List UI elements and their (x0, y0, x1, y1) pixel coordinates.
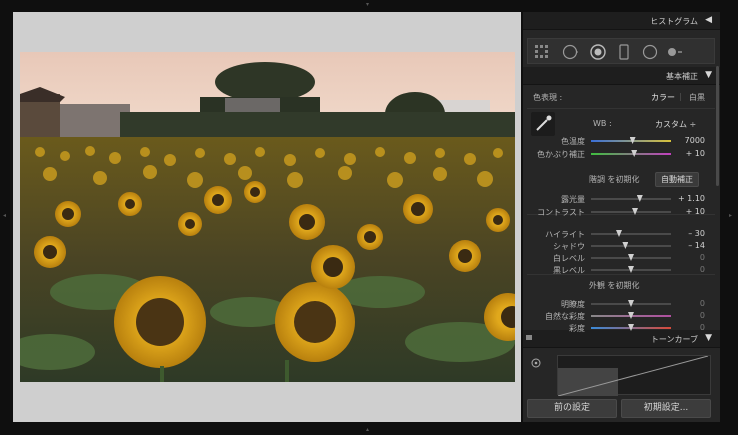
histogram-title: ヒストグラム (650, 17, 698, 26)
clarity-slider[interactable] (591, 300, 671, 307)
left-panel-toggle-icon[interactable]: ◂ (3, 213, 6, 219)
previous-settings-button[interactable]: 前の設定 (527, 399, 617, 418)
tint-value[interactable]: + 10 (665, 149, 705, 158)
treatment-color-option[interactable]: カラー (651, 92, 675, 103)
contrast-label: コントラスト (537, 208, 585, 217)
clarity-slider-thumb[interactable] (628, 300, 634, 307)
saturation-label: 彩度 (569, 324, 585, 333)
blacks-label: 黒レベル (553, 266, 585, 275)
basic-title: 基本補正 (666, 72, 698, 81)
temp-slider-thumb[interactable] (629, 137, 636, 144)
contrast-value[interactable]: + 10 (665, 207, 705, 216)
treatment-label: 色表現 : (533, 93, 563, 102)
tint-slider[interactable] (591, 150, 671, 157)
tint-slider-thumb[interactable] (631, 150, 638, 157)
vibrance-value[interactable]: 0 (665, 311, 705, 320)
highlights-label: ハイライト (545, 230, 585, 239)
radial-filter-icon[interactable] (642, 44, 658, 60)
treatment-separator: | (679, 92, 682, 101)
collapse-down-icon[interactable]: ▼ (705, 333, 712, 343)
exposure-slider[interactable] (591, 195, 671, 202)
whites-slider-thumb[interactable] (628, 254, 634, 261)
temp-value[interactable]: 7000 (665, 136, 705, 145)
whites-value[interactable]: 0 (665, 253, 705, 262)
wb-eyedropper-icon[interactable] (531, 112, 555, 136)
whites-slider[interactable] (591, 254, 671, 261)
sunflower-photo (20, 52, 515, 382)
shadows-value[interactable]: – 14 (665, 241, 705, 250)
blacks-value[interactable]: 0 (665, 265, 705, 274)
whites-label: 白レベル (553, 254, 585, 263)
highlights-value[interactable]: – 30 (665, 229, 705, 238)
crop-icon[interactable] (534, 44, 550, 60)
collapse-down-icon[interactable]: ▼ (705, 70, 712, 80)
wb-preset-select[interactable]: カスタム ÷ (655, 119, 696, 130)
graduated-filter-icon[interactable] (616, 44, 632, 60)
tone-reset-label[interactable]: 階調 を初期化 (589, 174, 640, 185)
basic-header[interactable]: 基本補正 ▼ (523, 67, 720, 85)
shadows-label: シャドウ (553, 242, 585, 251)
vibrance-label: 自然な彩度 (545, 312, 585, 321)
collapse-left-icon[interactable]: ◀ (705, 15, 712, 25)
saturation-slider[interactable] (591, 324, 671, 331)
clarity-label: 明瞭度 (561, 300, 585, 309)
red-eye-icon[interactable] (590, 44, 606, 60)
panel-switch-icon[interactable] (526, 335, 532, 340)
exposure-label: 露光量 (561, 195, 585, 204)
temp-label: 色温度 (561, 137, 585, 146)
divider (527, 108, 715, 109)
presence-reset-label[interactable]: 外観 を初期化 (589, 280, 640, 291)
tool-strip (527, 38, 715, 64)
auto-tone-button[interactable]: 自動補正 (655, 172, 699, 187)
panel-scrollbar[interactable] (716, 66, 719, 186)
top-panel-toggle-icon[interactable]: ▾ (366, 2, 369, 8)
tint-label: 色かぶり補正 (537, 150, 585, 159)
wb-label: WB : (593, 119, 612, 128)
shadows-slider-thumb[interactable] (622, 242, 629, 249)
target-adjust-icon[interactable] (531, 358, 541, 368)
highlights-slider-thumb[interactable] (616, 230, 622, 237)
contrast-slider[interactable] (591, 208, 671, 215)
highlights-slider[interactable] (591, 230, 671, 237)
bottom-panel-toggle-icon[interactable]: ▴ (366, 427, 369, 433)
treatment-bw-option[interactable]: 白黒 (689, 92, 705, 103)
exposure-slider-thumb[interactable] (636, 195, 643, 202)
reset-button[interactable]: 初期設定... (621, 399, 711, 418)
blacks-slider-thumb[interactable] (628, 266, 634, 273)
spot-removal-icon[interactable] (562, 44, 578, 60)
bottom-bar: 前の設定 初期設定... (523, 396, 720, 422)
temp-slider[interactable] (591, 137, 671, 144)
shadows-slider[interactable] (591, 242, 671, 249)
right-panel-toggle-icon[interactable]: ▸ (729, 213, 732, 219)
clarity-value[interactable]: 0 (665, 299, 705, 308)
vibrance-slider-thumb[interactable] (628, 312, 634, 319)
develop-panel: ヒストグラム ◀ 基本補正 ▼ 色表現 : カラー | 白黒 WB : カスタム… (523, 12, 720, 422)
tone-curve-graph[interactable] (557, 355, 711, 397)
tone-curve-title: トーンカーブ (650, 335, 698, 344)
blacks-slider[interactable] (591, 266, 671, 273)
vibrance-slider[interactable] (591, 312, 671, 319)
adjustment-brush-icon[interactable] (666, 44, 682, 60)
saturation-value[interactable]: 0 (665, 323, 705, 332)
exposure-value[interactable]: + 1.10 (665, 194, 705, 203)
histogram-header[interactable]: ヒストグラム ◀ (523, 12, 720, 30)
